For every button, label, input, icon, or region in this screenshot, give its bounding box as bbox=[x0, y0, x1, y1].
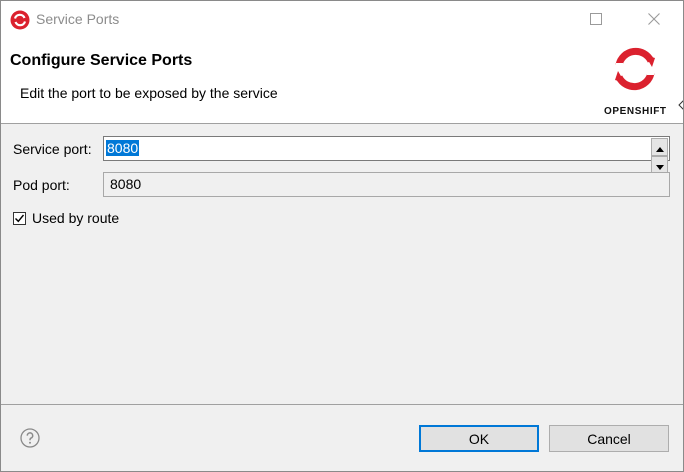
footer-divider bbox=[1, 404, 683, 405]
openshift-app-icon bbox=[10, 10, 30, 30]
ok-button[interactable]: OK bbox=[419, 425, 539, 452]
page-description: Edit the port to be exposed by the servi… bbox=[20, 85, 278, 101]
window-title: Service Ports bbox=[36, 11, 120, 27]
pod-port-field[interactable]: 8080 bbox=[103, 172, 670, 197]
service-port-input[interactable]: 8080 bbox=[106, 139, 646, 158]
close-button[interactable] bbox=[631, 1, 677, 39]
title-bar[interactable]: Service Ports bbox=[1, 1, 683, 39]
maximize-icon bbox=[590, 12, 602, 28]
spin-up-button[interactable] bbox=[651, 138, 668, 156]
close-icon bbox=[648, 12, 660, 28]
used-by-route-row[interactable]: Used by route bbox=[13, 209, 119, 227]
openshift-logo: OPENSHIFT bbox=[604, 43, 666, 119]
help-icon[interactable] bbox=[20, 428, 40, 448]
service-ports-dialog: Service Ports Configure Service Ports Ed… bbox=[0, 0, 684, 472]
triangle-up-icon bbox=[655, 139, 664, 155]
cancel-button[interactable]: Cancel bbox=[549, 425, 669, 452]
caret-icon bbox=[678, 97, 683, 110]
used-by-route-label: Used by route bbox=[32, 210, 120, 226]
openshift-logo-icon bbox=[604, 43, 666, 95]
dialog-header: Configure Service Ports Edit the port to… bbox=[1, 39, 683, 124]
page-title: Configure Service Ports bbox=[10, 52, 193, 69]
checkmark-icon bbox=[15, 214, 25, 222]
pod-port-label: Pod port: bbox=[13, 177, 70, 193]
used-by-route-checkbox[interactable] bbox=[13, 211, 26, 225]
service-port-value: 8080 bbox=[106, 140, 140, 156]
service-port-label: Service port: bbox=[13, 141, 92, 157]
spinner-buttons bbox=[651, 138, 668, 174]
maximize-button[interactable] bbox=[573, 1, 619, 39]
triangle-down-icon bbox=[655, 157, 664, 173]
service-port-spinner[interactable]: 8080 bbox=[103, 136, 670, 174]
openshift-logo-text: OPENSHIFT bbox=[604, 106, 667, 117]
